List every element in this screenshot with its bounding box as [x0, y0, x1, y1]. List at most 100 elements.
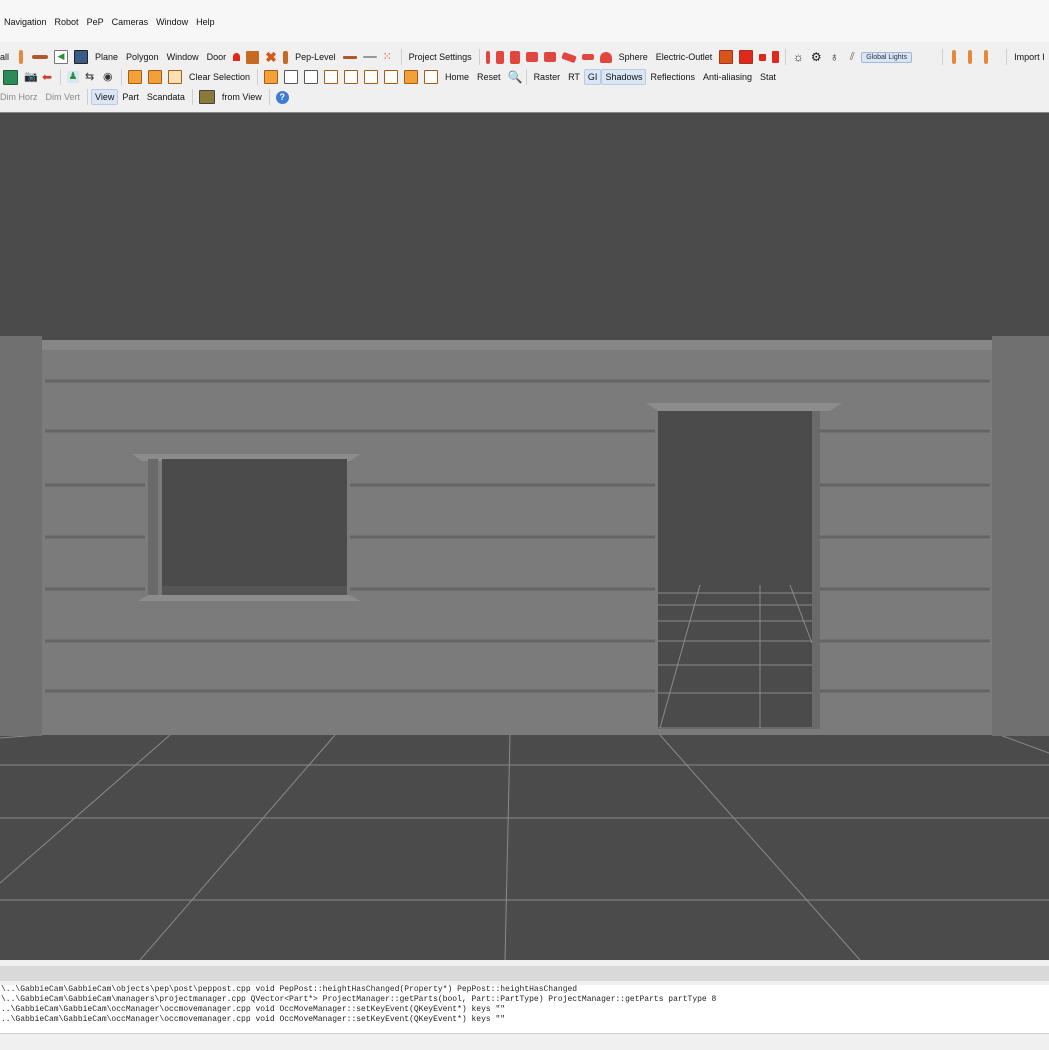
separator — [268, 89, 270, 105]
menu-help[interactable]: Help — [192, 16, 219, 28]
robot-icon[interactable]: ♟ — [67, 71, 79, 83]
door-button[interactable]: Door — [203, 50, 231, 64]
rt-button[interactable]: RT — [564, 70, 584, 84]
cross-icon[interactable]: ✖ — [265, 50, 277, 64]
cube-pair-icon[interactable] — [168, 70, 182, 84]
outlet-red-icon[interactable] — [739, 50, 754, 64]
dots-grid-icon[interactable]: ⁙ — [383, 51, 395, 63]
camera-icon[interactable]: 📷 — [24, 71, 38, 83]
arrow-left-green-icon[interactable]: ◀ — [54, 50, 69, 64]
red-block-icon[interactable] — [543, 52, 556, 62]
wall-mesh — [0, 336, 1049, 736]
from-view-button[interactable]: from View — [218, 90, 266, 104]
console-header — [0, 966, 1049, 981]
view-box-icon[interactable] — [304, 70, 319, 84]
menu-cameras[interactable]: Cameras — [108, 16, 153, 28]
import-button[interactable]: Import I — [1010, 50, 1049, 64]
window-button[interactable]: Window — [163, 50, 203, 64]
menu-pep[interactable]: PeP — [83, 16, 108, 28]
status-bar — [0, 1033, 1049, 1050]
separator — [478, 49, 480, 65]
reflections-button[interactable]: Reflections — [646, 70, 699, 84]
red-cone-icon[interactable] — [509, 50, 520, 64]
console-line: ..\GabbieCam\GabbieCam\occManager\occmov… — [1, 1015, 506, 1024]
menu-bar: Navigation Robot PeP Cameras Window Help — [0, 0, 1049, 42]
bottle-icon[interactable] — [19, 50, 24, 64]
sphere-button[interactable]: Sphere — [615, 50, 652, 64]
camera-green-icon[interactable] — [3, 69, 18, 85]
menu-window[interactable]: Window — [152, 16, 192, 28]
pep-level-button[interactable]: Pep-Level — [291, 50, 340, 64]
bell-icon[interactable] — [233, 53, 241, 61]
separator — [785, 49, 787, 65]
cube-orange-icon[interactable] — [246, 50, 260, 64]
raster-button[interactable]: Raster — [530, 70, 565, 84]
gi-toggle[interactable]: GI — [583, 69, 602, 85]
stat-button[interactable]: Stat — [756, 70, 780, 84]
toolbar-mode: Dim Horz Dim Vert View Part Scandata fro… — [0, 87, 1049, 107]
arrow-left-red-icon[interactable]: ⬅ — [42, 71, 54, 83]
bottle-icon[interactable] — [968, 50, 973, 64]
scandata-mode-button[interactable]: Scandata — [143, 90, 189, 104]
bottle-icon[interactable] — [952, 50, 957, 64]
clear-selection-button[interactable]: Clear Selection — [185, 70, 254, 84]
view-back-icon[interactable] — [344, 70, 359, 84]
view-iso-icon[interactable] — [264, 70, 279, 84]
part-mode-button[interactable]: Part — [118, 90, 143, 104]
small-red-square-icon[interactable] — [759, 53, 767, 61]
console-line: \..\GabbieCam\GabbieCam\managers\project… — [1, 995, 717, 1004]
bulb-icon[interactable]: ♁ — [828, 51, 840, 63]
dim-horz-button[interactable]: Dim Horz — [0, 90, 42, 104]
console-line: \..\GabbieCam\GabbieCam\objects\pep\post… — [1, 985, 578, 994]
view-wire-icon[interactable] — [284, 70, 299, 84]
red-wedge-icon[interactable] — [525, 52, 538, 62]
level-plank-icon[interactable] — [342, 55, 357, 59]
red-bar-icon[interactable] — [485, 50, 490, 64]
cube-solid-icon[interactable] — [128, 70, 142, 84]
separator — [1006, 49, 1008, 65]
wall-button[interactable]: all — [0, 50, 13, 64]
gear-icon[interactable]: ⚙ — [810, 51, 822, 63]
menu-navigation[interactable]: Navigation — [0, 16, 51, 28]
electric-outlet-button[interactable]: Electric-Outlet — [652, 50, 717, 64]
polygon-button[interactable]: Polygon — [122, 50, 163, 64]
red-cylinder-icon[interactable] — [495, 50, 504, 64]
shadows-toggle[interactable]: Shadows — [601, 69, 647, 85]
monitor-icon[interactable] — [74, 50, 89, 64]
bottle-icon[interactable] — [984, 50, 989, 64]
camera-from-view-icon[interactable] — [198, 90, 215, 104]
global-lights-button[interactable]: Global Lights — [861, 51, 913, 63]
move-icon[interactable]: ⇆ — [85, 71, 97, 83]
dim-vert-button[interactable]: Dim Vert — [42, 90, 85, 104]
red-rect-icon[interactable] — [772, 51, 780, 63]
search-icon[interactable]: 🔍 — [508, 71, 523, 83]
view-top-icon[interactable] — [404, 70, 419, 84]
view-mode-toggle[interactable]: View — [91, 89, 119, 105]
separator — [191, 89, 193, 105]
3d-viewport[interactable] — [0, 112, 1049, 960]
anti-aliasing-button[interactable]: Anti-aliasing — [699, 70, 756, 84]
console-line: ..\GabbieCam\GabbieCam\occManager\occmov… — [1, 1005, 506, 1014]
red-bowl-icon[interactable] — [581, 54, 594, 60]
sun-icon[interactable]: ☼ — [792, 51, 804, 63]
view-front-icon[interactable] — [324, 70, 339, 84]
red-dome-icon[interactable] — [599, 51, 612, 63]
slab-icon[interactable] — [283, 50, 289, 64]
red-slab-icon[interactable] — [560, 51, 577, 63]
eye-icon[interactable]: ◉ — [103, 71, 115, 83]
console-output[interactable]: \..\GabbieCam\GabbieCam\objects\pep\post… — [0, 985, 1049, 1033]
home-button[interactable]: Home — [441, 70, 473, 84]
view-left-icon[interactable] — [364, 70, 379, 84]
view-bottom-icon[interactable] — [424, 70, 439, 84]
menu-robot[interactable]: Robot — [51, 16, 83, 28]
reset-button[interactable]: Reset — [473, 70, 505, 84]
rays-icon[interactable]: ⫽ — [846, 51, 858, 63]
project-settings-button[interactable]: Project Settings — [405, 50, 476, 64]
plank-icon[interactable] — [32, 55, 49, 59]
cube-solid-icon[interactable] — [148, 70, 162, 84]
help-icon[interactable]: ? — [275, 90, 289, 104]
plane-button[interactable]: Plane — [91, 50, 122, 64]
outlet-orange-icon[interactable] — [719, 50, 734, 64]
line-icon[interactable] — [362, 56, 377, 58]
view-right-icon[interactable] — [384, 70, 399, 84]
